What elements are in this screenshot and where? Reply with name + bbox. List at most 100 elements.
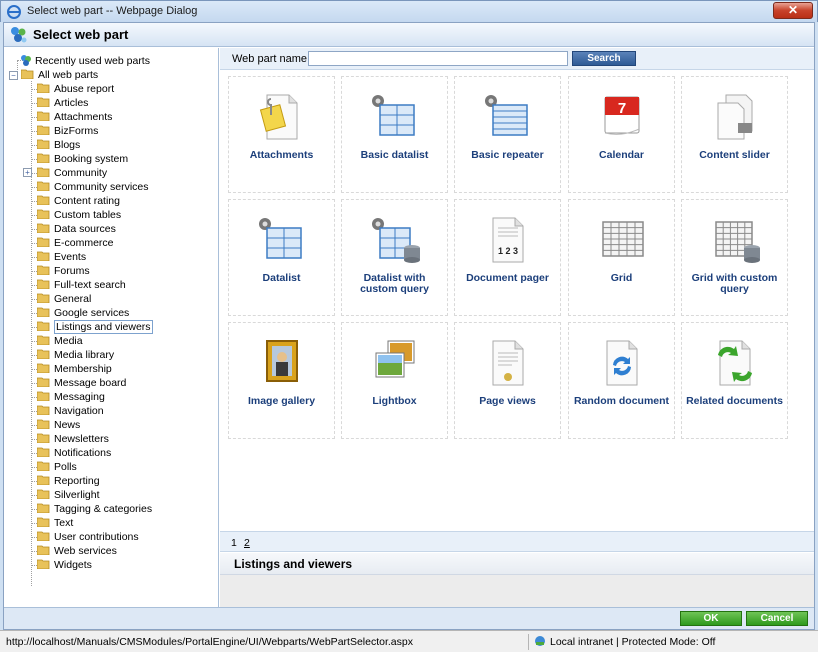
folder-icon — [37, 489, 50, 499]
tree-item[interactable]: Listings and viewers — [37, 320, 153, 334]
tree-item-label: Blogs — [54, 139, 81, 151]
webpart-card[interactable]: Basic repeater — [454, 76, 561, 193]
tree-item[interactable]: General — [37, 292, 91, 306]
tree-item-label: Events — [54, 251, 87, 263]
tree-item[interactable]: Community — [37, 166, 107, 180]
tree-item-label: Data sources — [54, 223, 116, 235]
tree-item[interactable]: Silverlight — [37, 488, 100, 502]
tree-item[interactable]: Reporting — [37, 474, 100, 488]
search-button[interactable]: Search — [572, 51, 636, 66]
security-zone: Local intranet | Protected Mode: Off — [550, 636, 716, 648]
webpart-label: Basic datalist — [360, 149, 429, 161]
webpart-card[interactable]: Grid — [568, 199, 675, 316]
webpart-card[interactable]: Grid with custom query — [681, 199, 788, 316]
tree-item-root[interactable]: All web parts — [21, 68, 98, 82]
status-bar: http://localhost/Manuals/CMSModules/Port… — [0, 630, 818, 652]
tree-item[interactable]: Blogs — [37, 138, 80, 152]
search-input[interactable] — [308, 51, 568, 66]
tree-item[interactable]: Booking system — [37, 152, 128, 166]
folder-icon — [37, 153, 50, 163]
tree-item[interactable]: Custom tables — [37, 208, 121, 222]
related-documents-icon — [718, 340, 752, 386]
basic-repeater-icon — [485, 95, 528, 136]
folder-icon — [37, 335, 50, 345]
tree-item[interactable]: Data sources — [37, 222, 116, 236]
pager: 1 2 — [220, 531, 814, 552]
tree-item[interactable]: BizForms — [37, 124, 98, 138]
dialog-title: Select web part — [33, 27, 129, 42]
tree-item-label: Media library — [54, 349, 115, 361]
tree-item[interactable]: Attachments — [37, 110, 112, 124]
tree-item[interactable]: Web services — [37, 544, 117, 558]
webpart-card[interactable]: Lightbox — [341, 322, 448, 439]
webpart-card[interactable]: Attachments — [228, 76, 335, 193]
webpart-label: Grid with custom query — [691, 272, 778, 295]
page-2-link[interactable]: 2 — [244, 537, 250, 549]
tree-item[interactable]: Polls — [37, 460, 77, 474]
webpart-card[interactable]: Random document — [568, 322, 675, 439]
webpart-card[interactable]: Datalist with custom query — [341, 199, 448, 316]
webpart-card[interactable]: 1 2 3 Document pager — [454, 199, 561, 316]
webpart-label: Content slider — [699, 149, 770, 161]
webpart-card[interactable]: Page views — [454, 322, 561, 439]
datalist-query-icon — [372, 218, 420, 263]
tree-item[interactable]: Events — [37, 250, 86, 264]
folder-icon — [37, 475, 50, 485]
basic-datalist-icon — [372, 95, 415, 136]
webpart-card[interactable]: Related documents — [681, 322, 788, 439]
page-views-icon — [492, 340, 524, 386]
webpart-icon — [11, 27, 27, 43]
window-close-button[interactable]: ✕ — [773, 2, 813, 19]
tree-item[interactable]: Articles — [37, 96, 88, 110]
ok-button[interactable]: OK — [680, 611, 742, 626]
folder-icon — [37, 349, 50, 359]
tree-item[interactable]: Membership — [37, 362, 112, 376]
tree-item[interactable]: Community services — [37, 180, 149, 194]
webpart-card[interactable]: 7 Calendar — [568, 76, 675, 193]
tree-item-label: Abuse report — [54, 83, 115, 95]
tree-item[interactable]: Forums — [37, 264, 90, 278]
webpart-card[interactable]: Image gallery — [228, 322, 335, 439]
collapse-toggle-icon[interactable]: − — [9, 71, 18, 80]
tree-item-label: Messaging — [54, 391, 105, 403]
tree-item[interactable]: Widgets — [37, 558, 92, 572]
webpart-label: Grid — [610, 272, 633, 284]
webpart-label: Attachments — [249, 149, 314, 161]
webpart-card[interactable]: Datalist — [228, 199, 335, 316]
webpart-label: Related documents — [686, 395, 783, 407]
tree-item[interactable]: Google services — [37, 306, 129, 320]
tree-item-label: Navigation — [54, 405, 104, 417]
webpart-card[interactable]: Basic datalist — [341, 76, 448, 193]
tree-item-label: E-commerce — [54, 237, 114, 249]
status-url: http://localhost/Manuals/CMSModules/Port… — [6, 636, 413, 648]
tree-item[interactable]: Messaging — [37, 390, 105, 404]
tree-item-label: Polls — [54, 461, 77, 473]
tree-item[interactable]: Media library — [37, 348, 114, 362]
tree-item[interactable]: Navigation — [37, 404, 104, 418]
folder-icon — [37, 279, 50, 289]
page-1: 1 — [231, 537, 237, 549]
tree-item-recent[interactable]: Recently used web parts — [20, 54, 150, 68]
search-bar: Web part name: Search — [220, 48, 814, 70]
tree-item[interactable]: Tagging & categories — [37, 502, 152, 516]
folder-icon — [37, 419, 50, 429]
folder-icon — [37, 125, 50, 135]
tree-item[interactable]: Newsletters — [37, 432, 109, 446]
tree-item[interactable]: Media — [37, 334, 83, 348]
tree-item[interactable]: Full-text search — [37, 278, 126, 292]
tree-item[interactable]: Abuse report — [37, 82, 114, 96]
expand-toggle-icon[interactable]: + — [23, 168, 32, 177]
webpart-card[interactable]: Content slider — [681, 76, 788, 193]
tree-item[interactable]: Notifications — [37, 446, 111, 460]
folder-icon — [37, 461, 50, 471]
cancel-button[interactable]: Cancel — [746, 611, 808, 626]
tree-item[interactable]: Content rating — [37, 194, 120, 208]
tree-item[interactable]: E-commerce — [37, 236, 114, 250]
tree-item-label: News — [54, 419, 81, 431]
tree-item-label: BizForms — [54, 125, 99, 137]
tree-item[interactable]: News — [37, 418, 80, 432]
content-slider-icon — [717, 94, 753, 140]
tree-item[interactable]: Message board — [37, 376, 126, 390]
tree-item[interactable]: Text — [37, 516, 73, 530]
tree-item[interactable]: User contributions — [37, 530, 139, 544]
